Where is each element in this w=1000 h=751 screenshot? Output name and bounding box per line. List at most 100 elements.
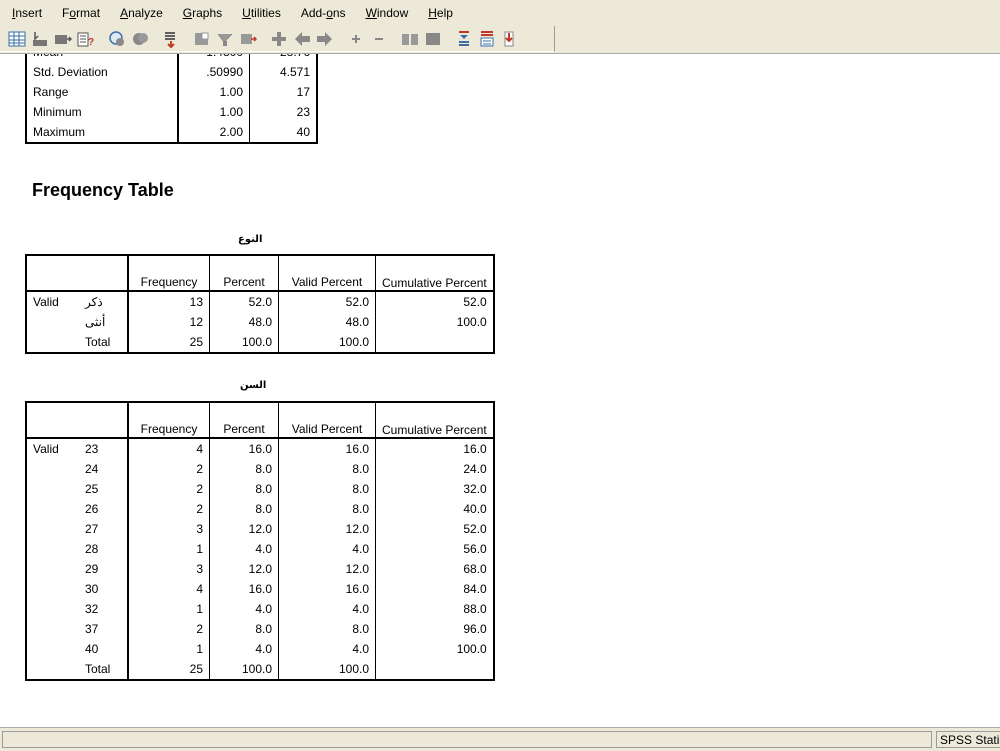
age-frequency-table[interactable]: Frequency Percent Valid Percent Cumulati… bbox=[25, 401, 495, 681]
table-row: Total 25 100.0 100.0 bbox=[26, 332, 494, 353]
table-row: 27 3 12.0 12.0 52.0 bbox=[26, 519, 494, 539]
cell-frequency: 3 bbox=[128, 519, 210, 539]
menu-utilities[interactable]: Utilities bbox=[234, 6, 289, 20]
cell-frequency: 2 bbox=[128, 499, 210, 519]
bubble-icon[interactable] bbox=[131, 30, 149, 48]
cell-cumulative-percent: 84.0 bbox=[463, 582, 487, 596]
row-label: 28 bbox=[79, 539, 129, 559]
status-text: SPSS Statistics Processor is ready bbox=[936, 731, 1000, 748]
row-label: 24 bbox=[79, 459, 129, 479]
arrow-right-icon[interactable] bbox=[316, 30, 334, 48]
age-table-caption: السن bbox=[240, 380, 267, 391]
gender-frequency-table[interactable]: Frequency Percent Valid Percent Cumulati… bbox=[25, 254, 495, 354]
hide-icon[interactable] bbox=[424, 30, 442, 48]
cell-value: 17 bbox=[296, 85, 310, 99]
table-row: 25 2 8.0 8.0 32.0 bbox=[26, 479, 494, 499]
menu-format[interactable]: Format bbox=[54, 6, 108, 20]
table-row: Mean 1.4800 28.76 bbox=[26, 54, 317, 62]
row-label: 25 bbox=[79, 479, 129, 499]
row-label: Range bbox=[26, 82, 179, 102]
cell-frequency: 12 bbox=[128, 312, 210, 332]
cell-frequency: 2 bbox=[128, 459, 210, 479]
cell-percent: 16.0 bbox=[209, 579, 279, 599]
cell-frequency: 4 bbox=[128, 438, 210, 459]
cell-percent: 100.0 bbox=[209, 659, 279, 680]
table-row: 40 1 4.0 4.0 100.0 bbox=[26, 639, 494, 659]
cell-percent: 4.0 bbox=[209, 599, 279, 619]
row-label: 27 bbox=[79, 519, 129, 539]
plus-icon[interactable] bbox=[270, 30, 288, 48]
table-row: 37 2 8.0 8.0 96.0 bbox=[26, 619, 494, 639]
insert-new-title-icon[interactable] bbox=[216, 30, 234, 48]
statistics-table[interactable]: Mean 1.4800 28.76 Std. Deviation .50990 … bbox=[25, 54, 318, 144]
table-row: 29 3 12.0 12.0 68.0 bbox=[26, 559, 494, 579]
cell-valid-percent: 4.0 bbox=[278, 539, 376, 559]
collapse-icon[interactable] bbox=[370, 30, 388, 48]
row-label: Total bbox=[79, 659, 129, 680]
cell-value: 28.76 bbox=[250, 54, 318, 62]
menu-graphs[interactable]: Graphs bbox=[175, 6, 230, 20]
table-row: Valid 23 4 16.0 16.0 16.0 bbox=[26, 438, 494, 459]
run-script-icon[interactable] bbox=[162, 30, 180, 48]
status-panel bbox=[2, 731, 932, 748]
insert-text-icon[interactable] bbox=[239, 30, 257, 48]
cell-cumulative-percent: 52.0 bbox=[463, 295, 487, 309]
row-label: 30 bbox=[79, 579, 129, 599]
output-viewer[interactable]: Mean 1.4800 28.76 Std. Deviation .50990 … bbox=[0, 54, 1000, 726]
cell-frequency: 25 bbox=[128, 659, 210, 680]
cell-cumulative-percent: 16.0 bbox=[463, 442, 487, 456]
row-label: Total bbox=[79, 332, 129, 353]
menu-window[interactable]: Window bbox=[358, 6, 417, 20]
table-row: Valid ذكر 13 52.0 52.0 52.0 bbox=[26, 291, 494, 312]
svg-text:?: ? bbox=[88, 37, 94, 48]
promote-icon[interactable] bbox=[455, 30, 473, 48]
cell-frequency: 2 bbox=[128, 619, 210, 639]
cell-valid-percent: 8.0 bbox=[278, 479, 376, 499]
group-label: Valid bbox=[33, 295, 59, 309]
circle-zoom-icon[interactable] bbox=[108, 30, 126, 48]
cell-frequency: 4 bbox=[128, 579, 210, 599]
row-label: Std. Deviation bbox=[26, 62, 179, 82]
group-label: Valid bbox=[33, 442, 59, 456]
designate-icon[interactable] bbox=[501, 30, 519, 48]
cell-valid-percent: 48.0 bbox=[278, 312, 376, 332]
cell-valid-percent: 4.0 bbox=[278, 599, 376, 619]
column-header: Frequency bbox=[128, 402, 210, 438]
status-bar: SPSS Statistics Processor is ready bbox=[0, 727, 1000, 751]
table-row: 30 4 16.0 16.0 84.0 bbox=[26, 579, 494, 599]
table-row: 32 1 4.0 4.0 88.0 bbox=[26, 599, 494, 619]
variables-icon[interactable]: ? bbox=[77, 30, 95, 48]
menu-help[interactable]: Help bbox=[420, 6, 461, 20]
menu-add-ons[interactable]: Add-ons bbox=[293, 6, 354, 20]
import-icon[interactable] bbox=[31, 30, 49, 48]
table-header-row: Frequency Percent Valid Percent Cumulati… bbox=[26, 255, 494, 291]
menu-analyze[interactable]: Analyze bbox=[112, 6, 171, 20]
table-row: Minimum 1.00 23 bbox=[26, 102, 317, 122]
cell-cumulative-percent: 40.0 bbox=[463, 502, 487, 516]
show-icon[interactable] bbox=[401, 30, 419, 48]
expand-icon[interactable] bbox=[347, 30, 365, 48]
arrow-left-icon[interactable] bbox=[293, 30, 311, 48]
cell-percent: 8.0 bbox=[209, 459, 279, 479]
data-editor-icon[interactable] bbox=[8, 30, 26, 48]
age-table-body: Valid 23 4 16.0 16.0 16.0 24 2 8.0 8.0 24.0 25 2 8.0 8… bbox=[26, 438, 494, 680]
cell-value: 23 bbox=[296, 105, 310, 119]
column-header: Valid Percent bbox=[278, 255, 376, 291]
menu-insert[interactable]: Insert bbox=[4, 6, 50, 20]
cell-frequency: 1 bbox=[128, 639, 210, 659]
cell-value: 1.00 bbox=[178, 102, 250, 122]
cell-frequency: 3 bbox=[128, 559, 210, 579]
cell-percent: 4.0 bbox=[209, 539, 279, 559]
goto-output-icon[interactable] bbox=[54, 30, 72, 48]
demote-icon[interactable] bbox=[478, 30, 496, 48]
toolbar-group: ? bbox=[0, 26, 555, 52]
cell-valid-percent: 16.0 bbox=[278, 579, 376, 599]
table-row: Std. Deviation .50990 4.571 bbox=[26, 62, 317, 82]
cell-percent: 48.0 bbox=[209, 312, 279, 332]
cell-frequency: 1 bbox=[128, 539, 210, 559]
cell-cumulative-percent: 100.0 bbox=[456, 315, 487, 329]
insert-output-icon[interactable] bbox=[193, 30, 211, 48]
cell-value: 4.571 bbox=[279, 65, 310, 79]
table-row: Range 1.00 17 bbox=[26, 82, 317, 102]
column-header: Cumulative Percent bbox=[382, 276, 487, 290]
